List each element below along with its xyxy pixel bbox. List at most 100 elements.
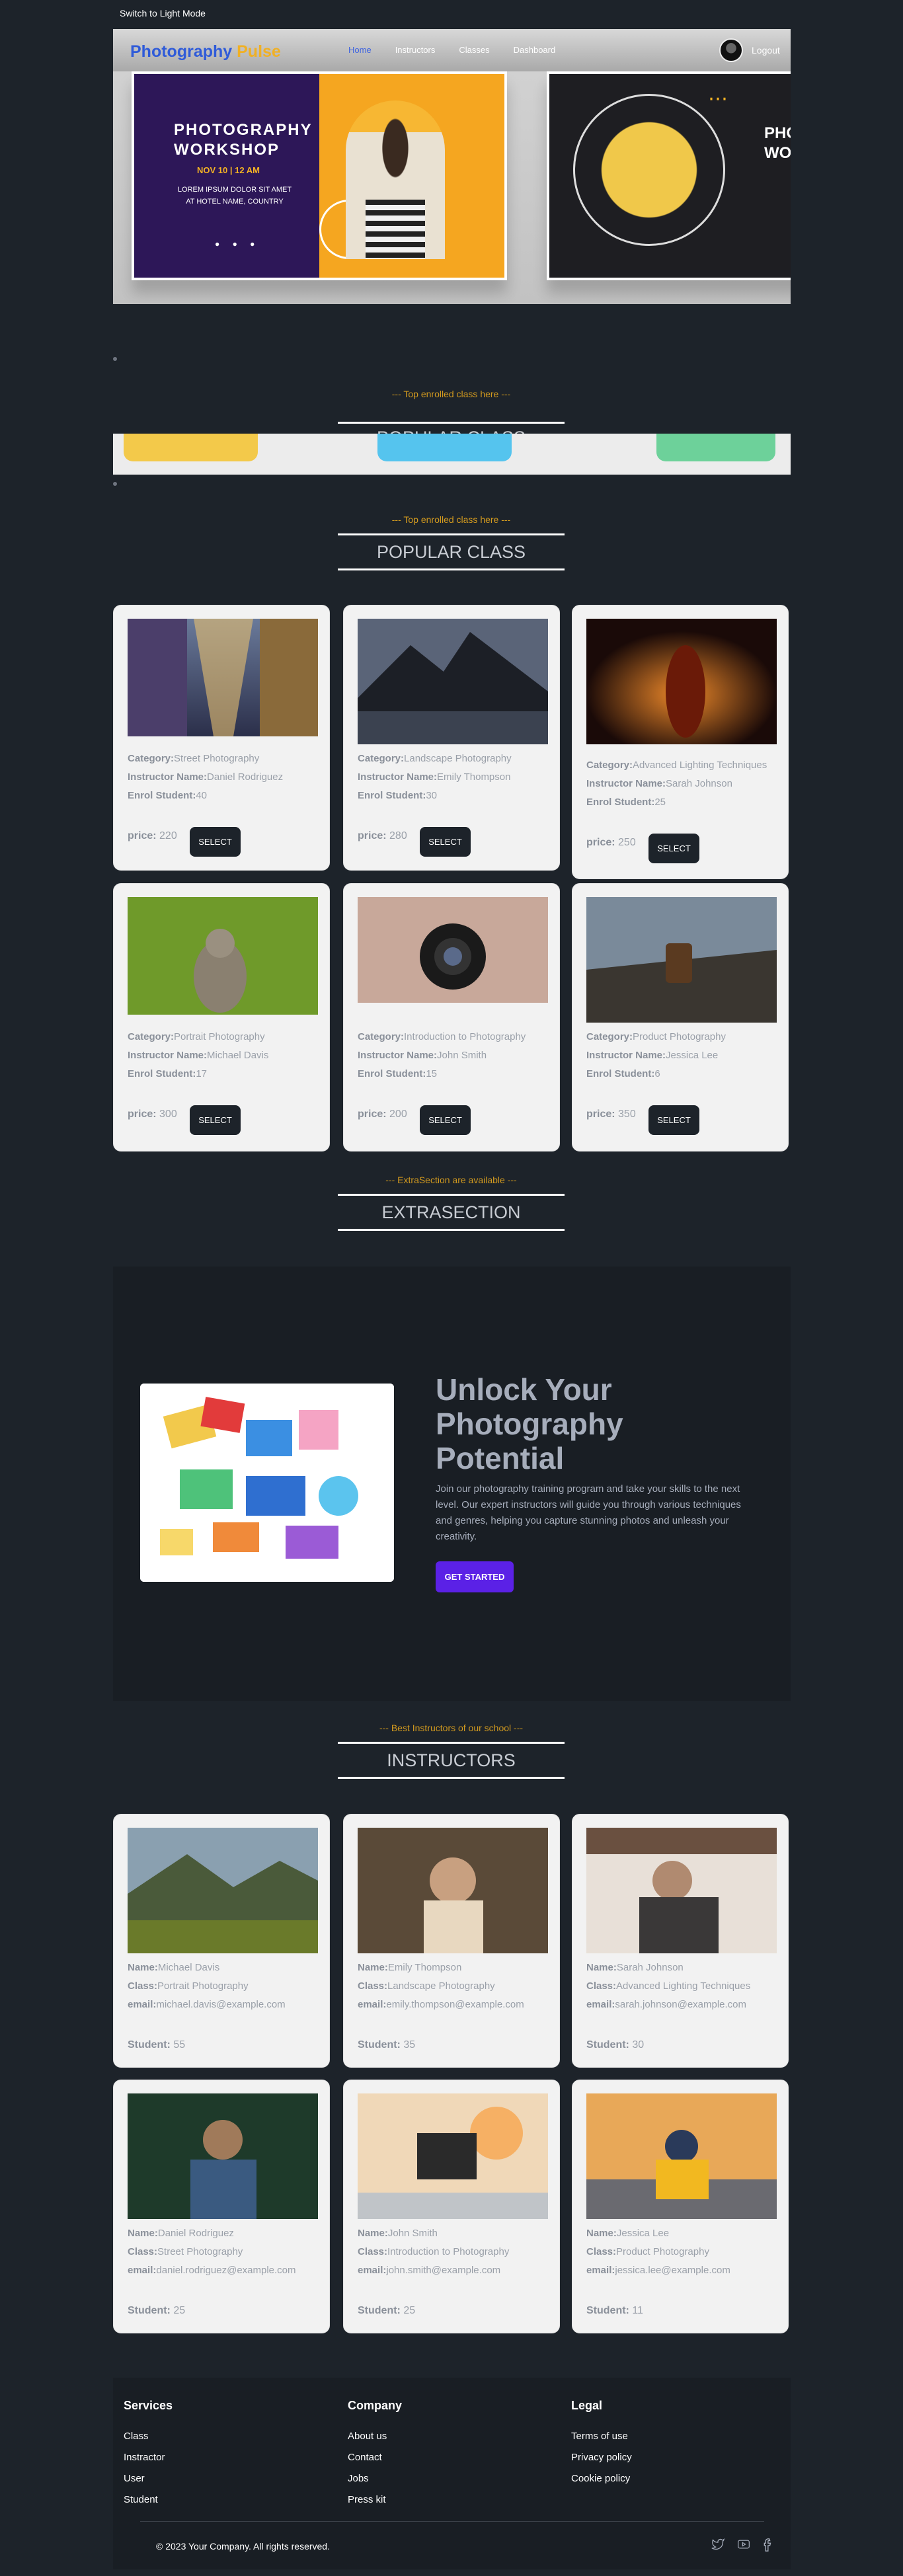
logout-button[interactable]: Logout bbox=[752, 45, 780, 56]
logo-main-text: Photography bbox=[130, 42, 233, 61]
label-category: Category: bbox=[586, 760, 633, 771]
mini-card-blue[interactable] bbox=[377, 434, 512, 461]
class-category: Landscape Photography bbox=[404, 753, 512, 764]
instructor-students: Student: 35 bbox=[358, 2039, 415, 2051]
instructor-class: Product Photography bbox=[616, 2246, 709, 2257]
footer-company-title: Company bbox=[348, 2399, 403, 2412]
carousel-dot[interactable] bbox=[113, 357, 117, 361]
hero-slide-photo[interactable]: ⋯ PHO WO bbox=[547, 71, 791, 280]
class-enrol: 30 bbox=[426, 790, 438, 801]
label-instructor: Instructor Name: bbox=[128, 1050, 208, 1061]
mini-card-green[interactable] bbox=[656, 434, 775, 461]
class-price-value: 250 bbox=[618, 837, 636, 848]
extra-subtitle: --- ExtraSection are available --- bbox=[385, 1175, 517, 1185]
instructor-students: Student: 55 bbox=[128, 2039, 185, 2051]
footer-legal-title: Legal bbox=[571, 2399, 603, 2412]
footer-link-instractor[interactable]: Instractor bbox=[124, 2447, 173, 2468]
instructor-class: Street Photography bbox=[157, 2246, 243, 2257]
footer-link-contact[interactable]: Contact bbox=[348, 2447, 402, 2468]
label-student: Student: bbox=[128, 2305, 171, 2316]
class-instructor: Michael Davis bbox=[207, 1050, 269, 1061]
popular-mini-subtitle: --- Top enrolled class here --- bbox=[391, 389, 511, 399]
class-card: Category:Introduction to Photography Ins… bbox=[343, 883, 560, 1151]
footer-link-jobs[interactable]: Jobs bbox=[348, 2468, 402, 2489]
label-student: Student: bbox=[358, 2039, 401, 2050]
label-instructor: Instructor Name: bbox=[358, 771, 438, 783]
nav-home[interactable]: Home bbox=[348, 45, 372, 55]
footer-link-cookie[interactable]: Cookie policy bbox=[571, 2468, 632, 2489]
footer-link-class[interactable]: Class bbox=[124, 2426, 173, 2447]
instructor-email: michael.davis@example.com bbox=[156, 1999, 286, 2010]
carousel-dot[interactable] bbox=[113, 482, 117, 486]
youtube-icon[interactable] bbox=[736, 2538, 752, 2556]
label-name: Name: bbox=[128, 2228, 158, 2239]
footer-link-about[interactable]: About us bbox=[348, 2426, 402, 2447]
instructor-name: Daniel Rodriguez bbox=[157, 2228, 234, 2239]
footer-link-student[interactable]: Student bbox=[124, 2489, 173, 2511]
label-price: price: bbox=[128, 1109, 157, 1120]
instructor-photo bbox=[586, 1828, 777, 1953]
photo-poster-image: ⋯ PHO WO bbox=[549, 74, 791, 278]
mini-card-yellow[interactable] bbox=[124, 434, 258, 461]
instructor-student-count: 30 bbox=[632, 2039, 645, 2050]
class-price-value: 280 bbox=[389, 830, 407, 841]
camera-portrait-ring bbox=[573, 94, 725, 246]
popular-mini-strip bbox=[113, 434, 791, 475]
instructor-card: Name:Michael Davis Class:Portrait Photog… bbox=[113, 1814, 330, 2068]
label-name: Name: bbox=[128, 1962, 158, 1973]
site-logo[interactable]: Photography Pulse bbox=[130, 42, 281, 61]
instructor-student-count: 25 bbox=[173, 2305, 186, 2316]
instructor-student-count: 11 bbox=[632, 2305, 643, 2316]
nav-dashboard[interactable]: Dashboard bbox=[514, 45, 556, 55]
instructor-info: Name:Emily Thompson Class:Landscape Phot… bbox=[358, 1959, 524, 2014]
footer-divider bbox=[140, 2521, 764, 2522]
class-price-value: 300 bbox=[159, 1109, 177, 1120]
select-button[interactable]: SELECT bbox=[190, 827, 241, 857]
twitter-icon[interactable] bbox=[711, 2538, 725, 2556]
instructor-students: Student: 25 bbox=[128, 2305, 185, 2317]
nav-classes[interactable]: Classes bbox=[459, 45, 489, 55]
theme-toggle-button[interactable]: Switch to Light Mode bbox=[120, 8, 206, 19]
footer-social-icons bbox=[711, 2538, 771, 2556]
instructors-heading: --- Best Instructors of our school --- I… bbox=[338, 1723, 565, 1779]
instructor-class: Advanced Lighting Techniques bbox=[616, 1980, 751, 1992]
select-button[interactable]: SELECT bbox=[420, 1105, 471, 1135]
user-avatar[interactable] bbox=[719, 38, 743, 62]
label-price: price: bbox=[128, 830, 157, 841]
instructor-photo bbox=[586, 2093, 777, 2219]
decorative-dots: ⋯ bbox=[708, 88, 730, 110]
workshop-title-line1: PHOTOGRAPHY bbox=[174, 121, 313, 139]
select-button[interactable]: SELECT bbox=[420, 827, 471, 857]
instructors-subtitle: --- Best Instructors of our school --- bbox=[379, 1723, 524, 1733]
class-info: Category:Advanced Lighting Techniques In… bbox=[586, 756, 767, 812]
footer-link-terms[interactable]: Terms of use bbox=[571, 2426, 632, 2447]
nav-instructors[interactable]: Instructors bbox=[395, 45, 436, 55]
select-button[interactable]: SELECT bbox=[190, 1105, 241, 1135]
footer-link-user[interactable]: User bbox=[124, 2468, 173, 2489]
label-email: email: bbox=[358, 1999, 387, 2010]
class-category: Portrait Photography bbox=[174, 1031, 265, 1042]
label-class: Class: bbox=[586, 2246, 617, 2257]
class-card: Category:Product Photography Instructor … bbox=[572, 883, 789, 1151]
label-enrol: Enrol Student: bbox=[358, 790, 426, 801]
social-icons: ● ● ● bbox=[215, 239, 260, 249]
instructor-email: daniel.rodriguez@example.com bbox=[156, 2265, 296, 2276]
hero-slide-workshop[interactable]: PHOTOGRAPHY WORKSHOP NOV 10 | 12 AM LORE… bbox=[132, 71, 507, 280]
instructor-students: Student: 30 bbox=[586, 2039, 644, 2051]
instructor-card: Name:Jessica Lee Class:Product Photograp… bbox=[572, 2080, 789, 2333]
get-started-button[interactable]: GET STARTED bbox=[436, 1561, 514, 1592]
popular-heading: --- Top enrolled class here --- POPULAR … bbox=[338, 514, 565, 570]
class-image-lighting bbox=[586, 619, 777, 744]
select-button[interactable]: SELECT bbox=[648, 1105, 699, 1135]
select-button[interactable]: SELECT bbox=[648, 834, 699, 863]
footer-link-privacy[interactable]: Privacy policy bbox=[571, 2447, 632, 2468]
facebook-icon[interactable] bbox=[762, 2538, 771, 2556]
instructor-email: emily.thompson@example.com bbox=[386, 1999, 524, 2010]
class-price: price: 220 bbox=[128, 830, 177, 842]
instructor-student-count: 25 bbox=[403, 2305, 416, 2316]
footer-link-presskit[interactable]: Press kit bbox=[348, 2489, 402, 2511]
navbar: Photography Pulse Home Instructors Class… bbox=[113, 29, 791, 71]
label-student: Student: bbox=[128, 2039, 171, 2050]
class-info: Category:Product Photography Instructor … bbox=[586, 1028, 726, 1083]
class-category: Product Photography bbox=[633, 1031, 726, 1042]
